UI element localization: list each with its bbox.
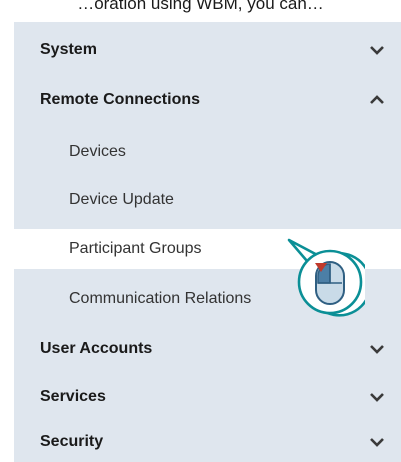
chevron-down-icon[interactable] (369, 435, 385, 449)
chevron-down-icon[interactable] (369, 390, 385, 404)
mouse-left-click-icon (285, 230, 372, 330)
menu-item-label: Services (40, 388, 106, 405)
menu-item-remote-connections[interactable]: Remote Connections (14, 80, 401, 120)
menu-item-label: Remote Connections (40, 91, 201, 108)
menu-item-label: User Accounts (40, 340, 153, 357)
menu-subitem-devices[interactable]: Devices (14, 132, 401, 172)
menu-item-label: Security (40, 433, 104, 450)
menu-subitem-label: Devices (69, 143, 126, 160)
menu-item-user-accounts[interactable]: User Accounts (14, 329, 401, 369)
menu-subitem-device-update[interactable]: Device Update (14, 180, 401, 220)
menu-item-label: System (40, 41, 97, 58)
menu-subitem-label: Device Update (69, 191, 174, 208)
chevron-up-icon[interactable] (369, 93, 385, 107)
cropped-heading-text: …oration using WBM, you can… (77, 0, 324, 13)
chevron-down-icon[interactable] (369, 43, 385, 57)
menu-item-system[interactable]: System (14, 30, 401, 70)
chevron-down-icon[interactable] (369, 342, 385, 356)
menu-item-services[interactable]: Services (14, 377, 401, 417)
menu-item-security[interactable]: Security (14, 422, 401, 462)
